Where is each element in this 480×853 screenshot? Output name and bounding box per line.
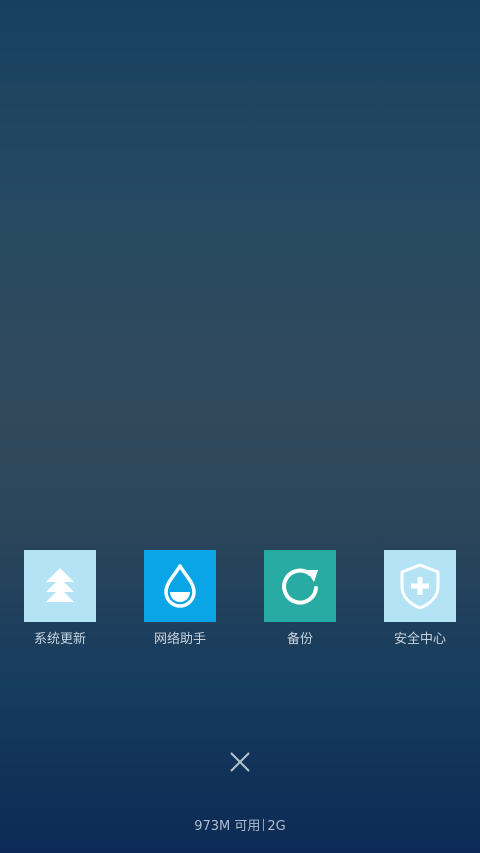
status-divider xyxy=(263,819,265,831)
system-update-icon xyxy=(46,568,74,602)
backup-app[interactable]: 备份 xyxy=(240,550,360,648)
security-center-icon xyxy=(400,563,440,610)
system-update-label: 系统更新 xyxy=(33,632,86,647)
backup-label: 备份 xyxy=(286,632,313,647)
memory-status: 973M 可用 2G xyxy=(0,818,480,836)
close-icon xyxy=(230,752,250,772)
network-assistant-label: 网络助手 xyxy=(153,632,206,647)
close-button[interactable] xyxy=(225,747,255,777)
system-update-app[interactable]: 系统更新 xyxy=(0,550,120,648)
system-update-tile[interactable] xyxy=(24,550,96,622)
quick-app-row: 系统更新 网络助手 备份 安全中心 xyxy=(0,550,480,660)
security-center-tile[interactable] xyxy=(384,550,456,622)
security-center-label: 安全中心 xyxy=(393,632,446,647)
memory-available: 973M 可用 xyxy=(194,819,261,834)
backup-tile[interactable] xyxy=(264,550,336,622)
security-center-app[interactable]: 安全中心 xyxy=(360,550,480,648)
network-assistant-tile[interactable] xyxy=(144,550,216,622)
memory-total: 2G xyxy=(267,819,286,834)
backup-icon xyxy=(282,568,318,605)
network-assistant-icon xyxy=(164,564,196,608)
network-assistant-app[interactable]: 网络助手 xyxy=(120,550,240,648)
